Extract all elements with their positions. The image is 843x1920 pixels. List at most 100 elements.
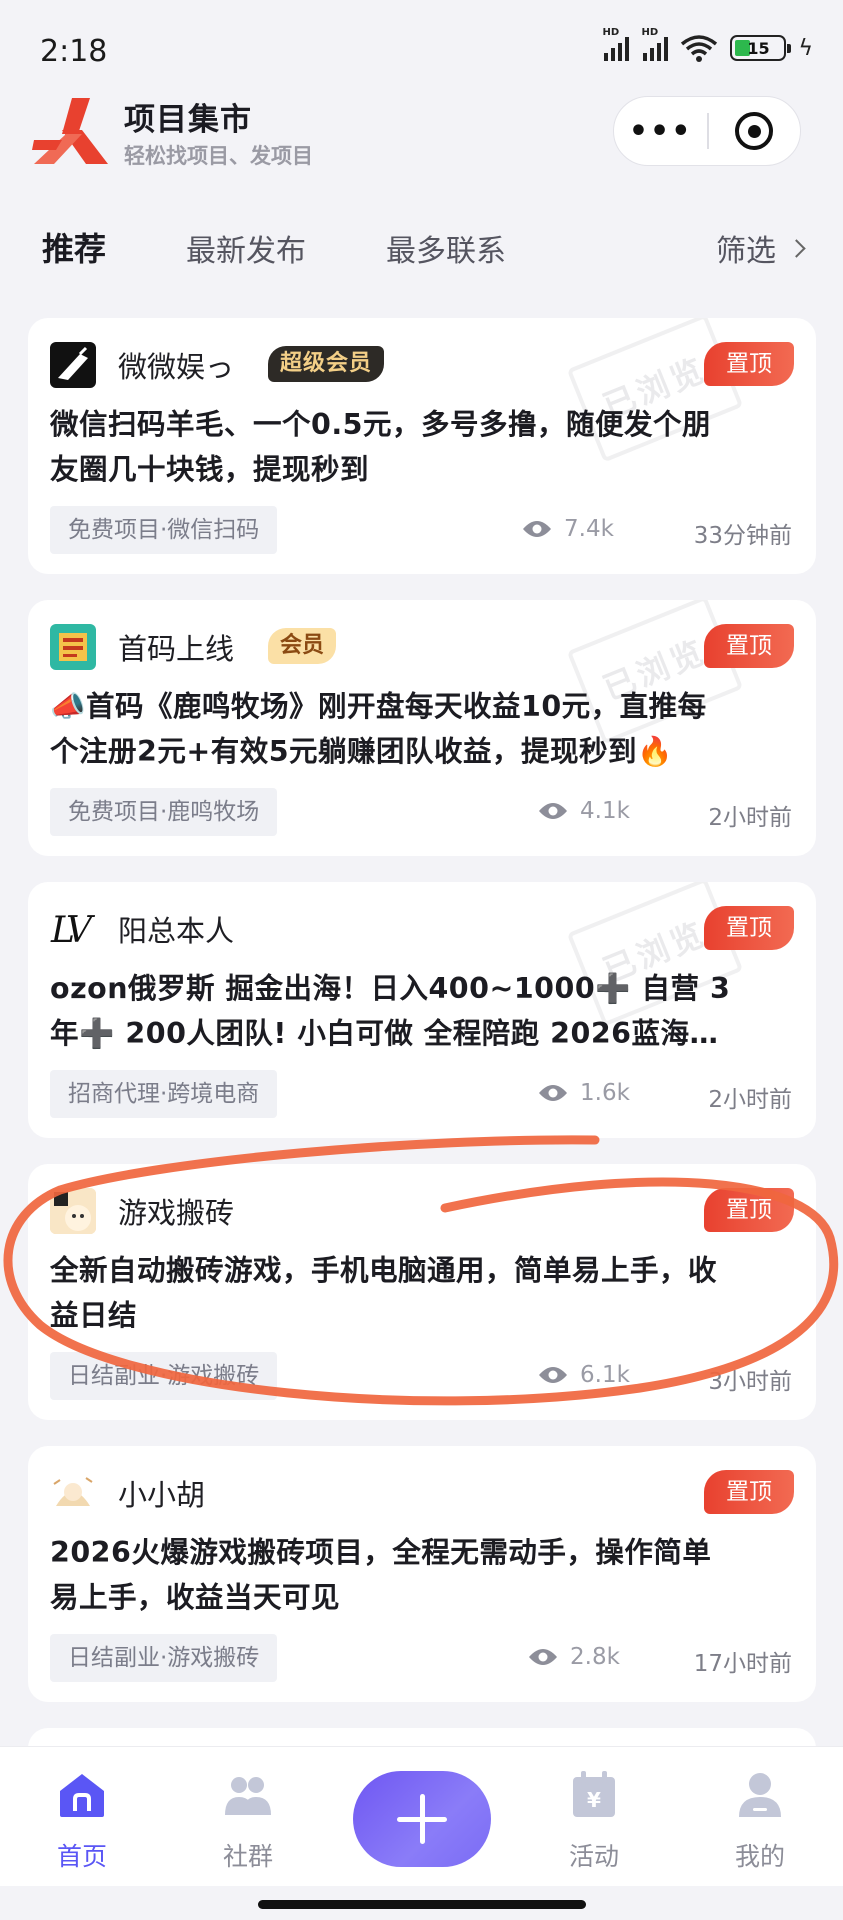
eye-icon — [523, 521, 551, 537]
battery-level: 15 — [747, 38, 770, 58]
view-count: 4.1k — [538, 798, 630, 824]
post-author: 阳总本人 — [118, 914, 235, 948]
filter-button[interactable]: 筛选 — [716, 226, 806, 270]
post-title-line: 年➕ 200人团队! 小白可做 全程陪跑 2026蓝海… — [50, 1017, 719, 1050]
signal-hd-label: HD — [602, 27, 620, 38]
pinned-badge: 置顶 — [704, 624, 794, 668]
eye-icon — [539, 1367, 567, 1383]
tab-activity-label: 活动 — [568, 1842, 619, 1871]
view-count-value: 6.1k — [580, 1362, 630, 1388]
app-logo-icon — [32, 98, 108, 164]
post-title: ozon俄罗斯 掘金出海！日入400~1000➕ 自营 3 年➕ 200人团队!… — [50, 966, 800, 1056]
signal-icon: HD — [602, 27, 630, 61]
view-count-value: 2.8k — [570, 1644, 620, 1670]
eye-icon — [539, 1085, 567, 1101]
post-title-line: 友圈几十块钱，提现秒到 — [50, 453, 370, 486]
app-header: 项目集市 轻松找项目、发项目 ••• — [0, 88, 843, 178]
signal-icon-2: HD — [641, 27, 669, 61]
pinned-badge: 置顶 — [704, 906, 794, 950]
view-count: 6.1k — [538, 1362, 630, 1388]
signal-hd-label-2: HD — [641, 27, 659, 38]
svg-text:V: V — [66, 910, 96, 951]
post-tag: 招商代理·跨境电商 — [50, 1070, 278, 1118]
post-author: 小小胡 — [118, 1478, 206, 1512]
post-title: 全新自动搬砖游戏，手机电脑通用，简单易上手，收 益日结 — [50, 1248, 800, 1338]
tab-mine[interactable]: 我的 — [700, 1771, 820, 1873]
svg-text:¥: ¥ — [587, 1788, 601, 1812]
post-author: 游戏搬砖 — [118, 1196, 235, 1230]
tab-most-contacted[interactable]: 最多联系 — [386, 226, 506, 270]
avatar — [50, 624, 96, 670]
post-card[interactable]: 游戏搬砖 置顶 全新自动搬砖游戏，手机电脑通用，简单易上手，收 益日结 日结副业… — [28, 1164, 816, 1420]
tab-home-label: 首页 — [56, 1842, 107, 1871]
post-title-line: 2026火爆游戏搬砖项目，全程无需动手，操作简单 — [50, 1536, 712, 1569]
status-bar: 2:18 HD HD 15 ϟ — [0, 0, 843, 100]
post-title-line: 📣首码《鹿鸣牧场》刚开盘每天收益10元，直推每 — [50, 690, 707, 723]
post-card[interactable]: LV 阳总本人 已浏览 置顶 ozon俄罗斯 掘金出海！日入400~1000➕ … — [28, 882, 816, 1138]
avatar — [50, 342, 96, 388]
avatar — [50, 1188, 96, 1234]
post-time: 3小时前 — [708, 1369, 792, 1395]
more-dots-icon[interactable]: ••• — [614, 114, 707, 149]
view-count-value: 7.4k — [564, 516, 614, 542]
tab-community-label: 社群 — [222, 1842, 273, 1871]
post-author: 微微娱っ — [118, 350, 235, 384]
wifi-icon — [681, 35, 718, 62]
member-badge: 会员 — [268, 628, 337, 664]
post-title: 2026火爆游戏搬砖项目，全程无需动手，操作简单 易上手，收益当天可见 — [50, 1530, 800, 1620]
user-icon — [739, 1773, 781, 1817]
target-icon — [735, 112, 774, 150]
charging-icon: ϟ — [798, 35, 813, 61]
post-title: 微信扫码羊毛、一个0.5元，多号多撸，随便发个朋 友圈几十块钱，提现秒到 — [50, 402, 800, 492]
pinned-badge: 置顶 — [704, 1188, 794, 1232]
post-time: 33分钟前 — [693, 523, 792, 549]
avatar: LV — [50, 906, 96, 952]
feed-tabs: 推荐 最新发布 最多联系 筛选 — [0, 220, 843, 280]
status-icons: HD HD 15 ϟ — [602, 27, 813, 62]
tab-home[interactable]: 首页 — [22, 1771, 142, 1873]
battery-icon: 15 — [730, 35, 792, 61]
eye-icon — [539, 803, 567, 819]
tab-community[interactable]: 社群 — [188, 1771, 308, 1873]
pinned-badge: 置顶 — [704, 1470, 794, 1514]
pinned-badge: 置顶 — [704, 342, 794, 386]
post-time: 17小时前 — [693, 1651, 792, 1677]
post-title: 📣首码《鹿鸣牧场》刚开盘每天收益10元，直推每 个注册2元+有效5元躺赚团队收益… — [50, 684, 800, 774]
post-title-line: 全新自动搬砖游戏，手机电脑通用，简单易上手，收 — [50, 1254, 718, 1287]
post-title-line: ozon俄罗斯 掘金出海！日入400~1000➕ 自营 3 — [50, 972, 731, 1005]
tab-latest[interactable]: 最新发布 — [186, 226, 306, 270]
tab-activity[interactable]: ¥ 活动 — [534, 1771, 654, 1873]
post-card[interactable]: 首码上线 会员 已浏览 置顶 📣首码《鹿鸣牧场》刚开盘每天收益10元，直推每 个… — [28, 600, 816, 856]
home-indicator[interactable] — [258, 1900, 586, 1909]
filter-label: 筛选 — [716, 234, 776, 269]
status-time: 2:18 — [40, 34, 108, 69]
post-card[interactable]: 微微娱っ 超级会员 已浏览 置顶 微信扫码羊毛、一个0.5元，多号多撸，随便发个… — [28, 318, 816, 574]
calendar-yuan-icon: ¥ — [573, 1771, 615, 1817]
eye-icon — [529, 1649, 557, 1665]
bottom-tab-bar: 首页 社群 ¥ 活动 我的 — [0, 1746, 843, 1886]
post-tag: 日结副业·游戏搬砖 — [50, 1352, 278, 1400]
app-subtitle: 轻松找项目、发项目 — [124, 144, 313, 168]
tab-mine-label: 我的 — [734, 1842, 785, 1871]
post-title-line: 微信扫码羊毛、一个0.5元，多号多撸，随便发个朋 — [50, 408, 711, 441]
view-count: 2.8k — [528, 1644, 620, 1670]
app-title: 项目集市 — [124, 102, 252, 138]
publish-button[interactable] — [353, 1771, 491, 1867]
post-tag: 日结副业·游戏搬砖 — [50, 1634, 278, 1682]
post-author: 首码上线 — [118, 632, 235, 666]
view-count-value: 1.6k — [580, 1080, 630, 1106]
home-icon — [60, 1774, 104, 1817]
post-title-line: 个注册2元+有效5元躺赚团队收益，提现秒到🔥 — [50, 735, 674, 768]
post-title-line: 益日结 — [50, 1299, 138, 1332]
view-count: 7.4k — [522, 516, 614, 542]
miniprogram-capsule: ••• — [613, 96, 801, 166]
post-card[interactable]: 小小胡 置顶 2026火爆游戏搬砖项目，全程无需动手，操作简单 易上手，收益当天… — [28, 1446, 816, 1702]
group-icon — [225, 1777, 271, 1815]
avatar — [50, 1470, 96, 1516]
view-count: 1.6k — [538, 1080, 630, 1106]
close-target-button[interactable] — [709, 112, 800, 150]
post-time: 2小时前 — [708, 1087, 792, 1113]
post-tag: 免费项目·鹿鸣牧场 — [50, 788, 278, 836]
tab-recommend[interactable]: 推荐 — [42, 224, 106, 270]
chevron-right-icon — [787, 238, 806, 258]
